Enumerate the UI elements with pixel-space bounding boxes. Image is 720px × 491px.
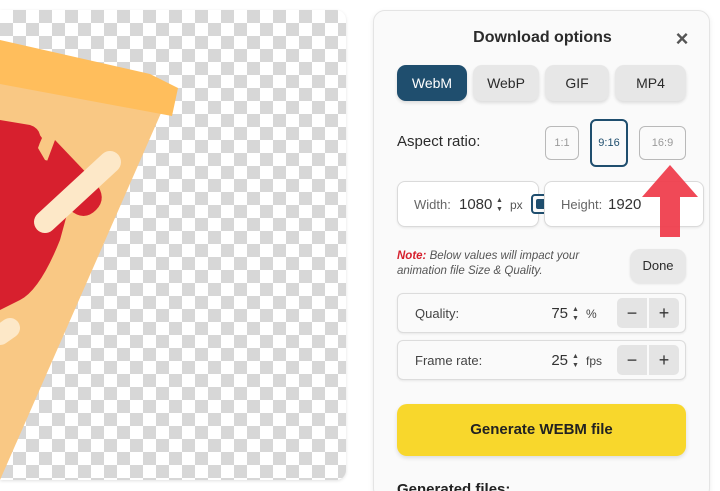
format-webm-button[interactable]: WebM [397, 65, 467, 101]
close-icon[interactable]: × [672, 28, 692, 50]
height-label: Height: [561, 197, 603, 212]
aspect-1-1-button[interactable]: 1:1 [545, 126, 579, 160]
frame-rate-down-icon[interactable]: ▼ [572, 362, 579, 370]
width-label: Width: [414, 197, 451, 212]
generated-files-heading: Generated files: [397, 481, 511, 491]
quality-up-icon[interactable]: ▲ [572, 306, 579, 314]
generate-file-button[interactable]: Generate WEBM file [397, 404, 686, 456]
frame-rate-unit: fps [586, 354, 603, 368]
frame-rate-value[interactable]: 25 [538, 352, 568, 369]
quality-unit: % [586, 307, 597, 321]
height-value[interactable]: 1920 [608, 196, 641, 213]
format-webp-button[interactable]: WebP [473, 65, 539, 101]
format-gif-button[interactable]: GIF [545, 65, 609, 101]
panel-title: Download options [473, 29, 612, 46]
width-up-icon[interactable]: ▲ [496, 197, 503, 205]
width-down-icon[interactable]: ▼ [496, 206, 503, 214]
quality-label: Quality: [415, 306, 460, 321]
frame-rate-up-icon[interactable]: ▲ [572, 353, 579, 361]
frame-rate-plus-button[interactable]: + [649, 345, 679, 375]
pizza-illustration [0, 40, 178, 480]
quality-down-icon[interactable]: ▼ [572, 315, 579, 323]
format-mp4-button[interactable]: MP4 [615, 65, 686, 101]
quality-row: Quality: 75 ▲ ▼ % − + [397, 293, 686, 333]
aspect-16-9-button[interactable]: 16:9 [639, 126, 686, 160]
width-unit: px [510, 198, 523, 212]
page: Download options × WebM WebP GIF MP4 Asp… [0, 0, 720, 491]
aspect-9-16-button[interactable]: 9:16 [590, 119, 628, 167]
frame-rate-minus-button[interactable]: − [617, 345, 647, 375]
quality-minus-button[interactable]: − [617, 298, 647, 328]
frame-rate-row: Frame rate: 25 ▲ ▼ fps − + [397, 340, 686, 380]
download-options-panel: Download options × WebM WebP GIF MP4 Asp… [373, 10, 710, 491]
frame-rate-label: Frame rate: [415, 353, 483, 368]
highlight-arrow-icon [642, 165, 698, 237]
width-value[interactable]: 1080 [459, 196, 492, 213]
note-prefix: Note: [397, 250, 427, 262]
aspect-ratio-label: Aspect ratio: [397, 133, 481, 150]
animation-preview-canvas [0, 10, 346, 480]
note-text: Note: Below values will impact your anim… [397, 249, 607, 279]
quality-value[interactable]: 75 [538, 305, 568, 322]
cheese-strip-2 [0, 318, 20, 345]
quality-plus-button[interactable]: + [649, 298, 679, 328]
done-button[interactable]: Done [630, 249, 686, 283]
width-field[interactable]: Width: 1080 ▲ ▼ px [397, 181, 539, 227]
